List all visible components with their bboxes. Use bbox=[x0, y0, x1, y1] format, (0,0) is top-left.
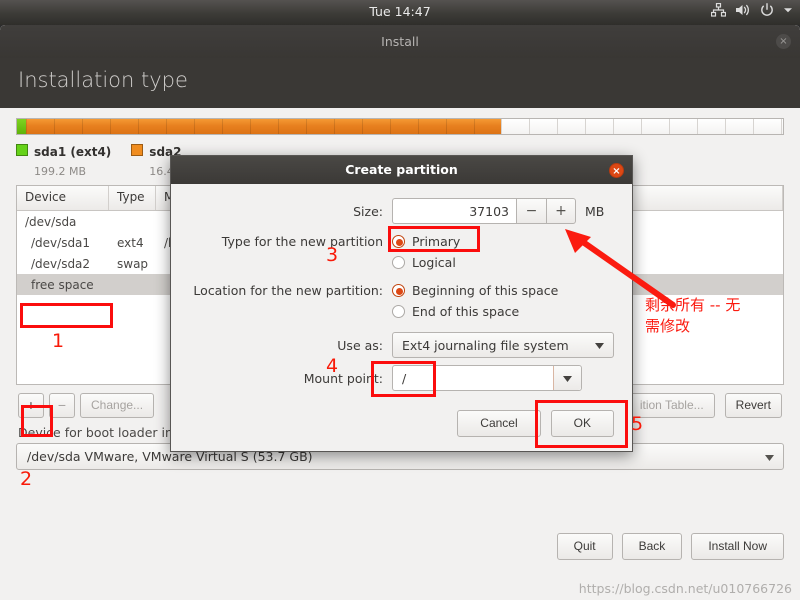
use-as-select[interactable]: Ext4 journaling file system bbox=[392, 332, 614, 358]
mount-point-combo[interactable]: / bbox=[392, 365, 582, 391]
system-tray bbox=[711, 3, 793, 17]
mount-point-label: Mount point: bbox=[303, 370, 383, 386]
back-button[interactable]: Back bbox=[621, 533, 683, 560]
legend-size: 199.2 MB bbox=[34, 165, 87, 178]
cell-device: free space bbox=[31, 277, 94, 292]
ok-button[interactable]: OK bbox=[550, 410, 614, 437]
size-decrement-button[interactable]: − bbox=[516, 198, 546, 224]
size-stepper: − + bbox=[392, 198, 576, 224]
chevron-down-icon bbox=[563, 376, 572, 382]
system-clock[interactable]: Tue 14:47 bbox=[0, 4, 800, 19]
dialog-title: Create partition bbox=[345, 162, 458, 177]
size-unit-label: MB bbox=[585, 203, 605, 219]
partition-segment-free bbox=[501, 119, 783, 134]
partition-segment-sda1 bbox=[17, 119, 27, 134]
legend-item: sda1 (ext4) 199.2 MB bbox=[16, 141, 111, 179]
partition-usage-bar bbox=[16, 118, 784, 135]
size-increment-button[interactable]: + bbox=[546, 198, 576, 224]
radio-logical[interactable]: Logical bbox=[392, 252, 456, 273]
radio-beginning-of-space[interactable]: Beginning of this space bbox=[392, 280, 558, 301]
radio-dot-icon bbox=[392, 235, 405, 248]
legend-swatch-icon bbox=[16, 144, 28, 156]
chevron-down-icon[interactable] bbox=[783, 5, 793, 15]
radio-dot-icon bbox=[392, 284, 405, 297]
watermark: https://blog.csdn.net/u010766726 bbox=[578, 581, 792, 596]
screen-root: Tue 14:47 Install × Installation type sd… bbox=[0, 0, 800, 600]
cell-type: swap bbox=[117, 256, 149, 271]
radio-logical-label: Logical bbox=[412, 255, 456, 270]
dialog-body: Size: − + MB Type for the new partition … bbox=[171, 184, 632, 391]
radio-dot-icon bbox=[392, 305, 405, 318]
volume-icon[interactable] bbox=[735, 3, 751, 17]
revert-button[interactable]: Revert bbox=[724, 393, 782, 418]
cancel-button[interactable]: Cancel bbox=[457, 410, 541, 437]
page-title: Installation type bbox=[0, 58, 800, 108]
column-header-type[interactable]: Type bbox=[109, 186, 156, 210]
window-titlebar: Install × bbox=[0, 25, 800, 58]
cell-device: /dev/sda2 bbox=[31, 256, 91, 271]
cell-device: /dev/sda bbox=[25, 214, 77, 229]
system-top-bar: Tue 14:47 bbox=[0, 0, 800, 25]
mount-point-value: / bbox=[402, 370, 407, 386]
network-icon[interactable] bbox=[711, 3, 726, 17]
use-as-row: Use as: Ext4 journaling file system bbox=[189, 332, 614, 358]
radio-beginning-label: Beginning of this space bbox=[412, 283, 559, 298]
size-label: Size: bbox=[353, 203, 383, 219]
use-as-value: Ext4 journaling file system bbox=[402, 337, 569, 353]
chevron-down-icon bbox=[595, 343, 604, 349]
cell-device: /dev/sda1 bbox=[31, 235, 91, 250]
window-close-button[interactable]: × bbox=[776, 34, 791, 49]
quit-button[interactable]: Quit bbox=[556, 533, 613, 560]
wizard-footer: Quit Back Install Now bbox=[556, 533, 784, 560]
change-partition-button[interactable]: Change... bbox=[80, 393, 155, 418]
mount-point-row: Mount point: / bbox=[189, 365, 614, 391]
radio-primary-label: Primary bbox=[412, 234, 461, 249]
dialog-titlebar: Create partition × bbox=[171, 156, 632, 184]
type-row-logical: Logical bbox=[189, 252, 614, 273]
partition-segment-sda2 bbox=[26, 119, 502, 134]
use-as-label: Use as: bbox=[337, 337, 383, 353]
radio-dot-icon bbox=[392, 256, 405, 269]
radio-primary[interactable]: Primary bbox=[392, 231, 460, 252]
window-title: Install bbox=[381, 34, 419, 49]
chevron-down-icon bbox=[765, 455, 774, 461]
radio-end-of-space[interactable]: End of this space bbox=[392, 301, 519, 322]
partition-bar-wrap bbox=[0, 108, 800, 135]
location-label: Location for the new partition: bbox=[193, 283, 383, 298]
type-row: Type for the new partition Primary bbox=[189, 231, 614, 252]
size-input[interactable] bbox=[392, 198, 516, 224]
size-row: Size: − + MB bbox=[189, 198, 614, 224]
remove-partition-button[interactable]: − bbox=[49, 393, 75, 418]
dialog-close-button[interactable]: × bbox=[609, 163, 624, 178]
legend-swatch-icon bbox=[131, 144, 144, 156]
create-partition-dialog: Create partition × Size: − + MB Type for… bbox=[170, 155, 633, 452]
type-label: Type for the new partition bbox=[221, 234, 383, 249]
location-row-end: End of this space bbox=[189, 301, 614, 322]
add-partition-button[interactable]: + bbox=[18, 393, 44, 418]
install-now-button[interactable]: Install Now bbox=[691, 533, 784, 560]
location-row: Location for the new partition: Beginnin… bbox=[189, 280, 614, 301]
radio-end-label: End of this space bbox=[412, 304, 520, 319]
legend-label: sda1 (ext4) bbox=[34, 145, 112, 159]
cell-type: ext4 bbox=[117, 235, 144, 250]
column-header-device[interactable]: Device bbox=[17, 186, 109, 210]
power-icon[interactable] bbox=[760, 3, 774, 17]
new-partition-table-button[interactable]: ition Table... bbox=[628, 393, 715, 418]
dialog-footer: Cancel OK bbox=[457, 410, 614, 437]
